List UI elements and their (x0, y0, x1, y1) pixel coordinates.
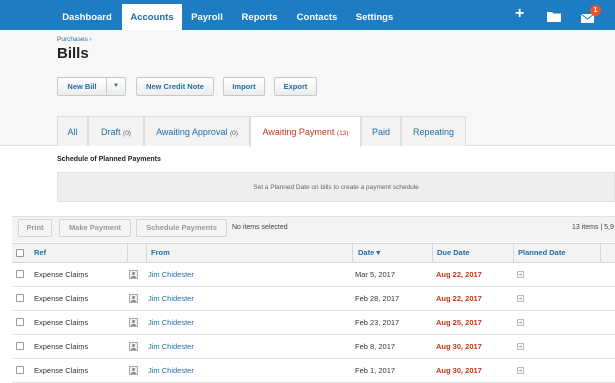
contact-card-icon[interactable] (129, 366, 138, 375)
tab-repeating[interactable]: Repeating (401, 116, 466, 146)
cell-date: Mar 5, 2017 (355, 270, 396, 279)
select-all-checkbox[interactable] (16, 249, 24, 257)
nav-reports[interactable]: Reports (232, 0, 287, 30)
tab-count: (13) (336, 130, 349, 137)
folder-icon[interactable] (547, 10, 561, 24)
tab-label: Draft (101, 127, 121, 137)
row-checkbox[interactable] (16, 318, 24, 326)
column-divider (600, 243, 601, 263)
row-checkbox[interactable] (16, 342, 24, 350)
cell-due-date: Aug 30, 2017 (436, 342, 482, 351)
table-row[interactable]: Expense Claims Jim Chidester Mar 5, 2017… (12, 263, 615, 287)
schedule-message: Set a Planned Date on bills to create a … (253, 184, 419, 191)
new-bill-dropdown[interactable]: ▼ (106, 77, 126, 96)
new-bill-button[interactable]: New Bill (57, 77, 107, 96)
planned-date-icon[interactable] (517, 295, 524, 302)
chevron-down-icon: ▼ (113, 83, 119, 89)
schedule-title: Schedule of Planned Payments (57, 156, 161, 163)
nav-contacts[interactable]: Contacts (287, 0, 347, 30)
column-divider (513, 243, 514, 263)
column-ref[interactable]: Ref (34, 248, 46, 257)
table-row[interactable]: Expense Claims Jim Chidester Feb 28, 201… (12, 287, 615, 311)
cell-from[interactable]: Jim Chidester (148, 342, 194, 351)
nav-settings[interactable]: Settings (347, 0, 402, 30)
column-from[interactable]: From (151, 248, 170, 257)
contact-card-icon[interactable] (129, 342, 138, 351)
nav-dashboard[interactable]: Dashboard (52, 0, 122, 30)
cell-date: Feb 8, 2017 (355, 342, 396, 351)
import-button[interactable]: Import (223, 77, 265, 96)
tab-awaiting-payment[interactable]: Awaiting Payment (13) (250, 116, 361, 147)
cell-date: Feb 1, 2017 (355, 366, 396, 375)
cell-from[interactable]: Jim Chidester (148, 270, 194, 279)
contact-card-icon[interactable] (129, 318, 138, 327)
cell-from[interactable]: Jim Chidester (148, 294, 194, 303)
tab-count: (0) (229, 130, 238, 137)
tab-draft[interactable]: Draft (0) (88, 116, 144, 146)
column-divider (127, 243, 128, 263)
cell-ref: Expense Claims (34, 318, 89, 327)
new-credit-note-button[interactable]: New Credit Note (136, 77, 214, 96)
tab-label: All (67, 127, 78, 137)
row-checkbox[interactable] (16, 270, 24, 278)
cell-due-date: Aug 22, 2017 (436, 270, 482, 279)
tab-label: Paid (371, 127, 390, 137)
column-planned-date[interactable]: Planned Date (518, 248, 566, 257)
cell-from[interactable]: Jim Chidester (148, 318, 194, 327)
row-checkbox[interactable] (16, 366, 24, 374)
tab-paid[interactable]: Paid (361, 116, 401, 146)
tab-label: Awaiting Payment (262, 127, 335, 137)
add-icon[interactable]: + (515, 6, 524, 22)
nav-payroll[interactable]: Payroll (182, 0, 232, 30)
mail-badge: 1 (590, 5, 601, 16)
contact-card-icon[interactable] (129, 270, 138, 279)
cell-date: Feb 23, 2017 (355, 318, 400, 327)
row-checkbox[interactable] (16, 294, 24, 302)
column-date[interactable]: Date ▾ (358, 248, 380, 257)
print-button[interactable]: Print (18, 219, 52, 237)
tab-all[interactable]: All (57, 116, 88, 146)
tab-label: Awaiting Approval (156, 127, 228, 137)
cell-due-date: Aug 22, 2017 (436, 294, 482, 303)
planned-date-icon[interactable] (517, 271, 524, 278)
cell-date: Feb 28, 2017 (355, 294, 400, 303)
column-due-date[interactable]: Due Date (437, 248, 470, 257)
table-row[interactable]: Expense Claims Jim Chidester Feb 8, 2017… (12, 335, 615, 359)
export-button[interactable]: Export (274, 77, 317, 96)
items-count: 13 items | 5,9 (572, 224, 614, 231)
breadcrumb[interactable]: Purchases › (57, 36, 92, 43)
cell-ref: Expense Claims (34, 270, 89, 279)
table-row[interactable]: Expense Claims Jim Chidester Feb 23, 201… (12, 311, 615, 335)
column-divider (432, 243, 433, 263)
tab-awaiting-approval[interactable]: Awaiting Approval (0) (144, 116, 250, 146)
cell-ref: Expense Claims (34, 366, 89, 375)
schedule-placeholder: Set a Planned Date on bills to create a … (57, 172, 615, 202)
planned-date-icon[interactable] (517, 343, 524, 350)
cell-ref: Expense Claims (34, 342, 89, 351)
column-divider (146, 243, 147, 263)
contact-card-icon[interactable] (129, 294, 138, 303)
column-divider (352, 243, 353, 263)
tab-label: Repeating (412, 127, 455, 137)
selection-status: No items selected (232, 224, 288, 231)
cell-due-date: Aug 25, 2017 (436, 318, 482, 327)
planned-date-icon[interactable] (517, 367, 524, 374)
cell-from[interactable]: Jim Chidester (148, 366, 194, 375)
cell-ref: Expense Claims (34, 294, 89, 303)
schedule-payments-button[interactable]: Schedule Payments (136, 219, 227, 237)
table-row[interactable]: Expense Claims Jim Chidester Feb 1, 2017… (12, 359, 615, 383)
cell-due-date: Aug 30, 2017 (436, 366, 482, 375)
tab-count: (0) (123, 130, 131, 137)
planned-date-icon[interactable] (517, 319, 524, 326)
page-title: Bills (57, 45, 89, 62)
make-payment-button[interactable]: Make Payment (59, 219, 131, 237)
top-nav: Dashboard Accounts Payroll Reports Conta… (0, 0, 615, 34)
